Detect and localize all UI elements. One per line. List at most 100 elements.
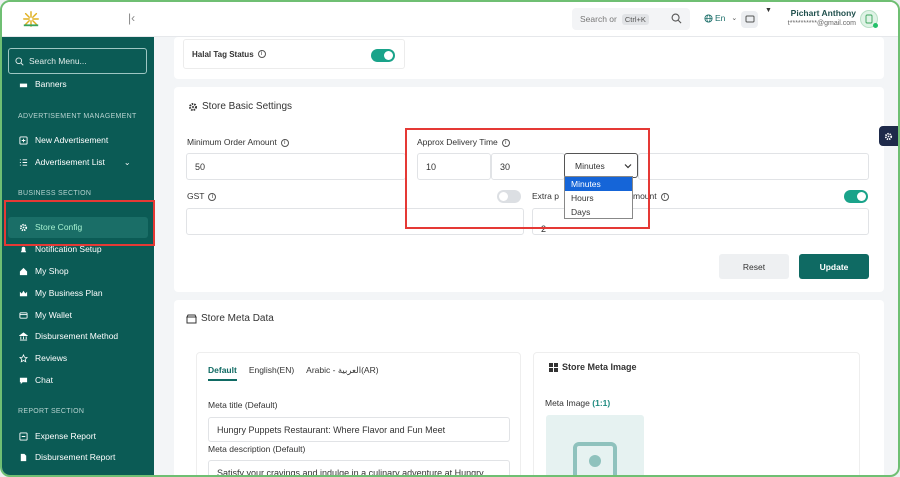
- settings-floating-button[interactable]: [879, 126, 898, 146]
- main-content: Halal Tag Status i Store Basic Settings …: [154, 37, 898, 475]
- logo-icon: [23, 11, 39, 27]
- sidebar-item-label: Chat: [35, 375, 53, 385]
- min-order-label-text: Minimum Order Amount: [187, 137, 277, 147]
- language-label: En: [715, 13, 726, 23]
- sidebar-item-label: My Wallet: [35, 310, 72, 320]
- global-search[interactable]: Search or Ctrl+K: [572, 8, 690, 30]
- message-icon: [745, 15, 754, 23]
- star-icon: [19, 353, 28, 363]
- store-meta-image-title: Store Meta Image: [549, 362, 637, 372]
- tab-english[interactable]: English(EN): [249, 365, 294, 381]
- sidebar-item-banners[interactable]: Banners: [19, 79, 67, 89]
- info-icon: i: [208, 192, 217, 201]
- globe-icon: [704, 13, 713, 23]
- meta-description-label: Meta description (Default): [208, 444, 306, 454]
- info-icon: i: [257, 50, 266, 58]
- min-order-input[interactable]: 50: [186, 153, 406, 180]
- store-meta-data-title: Store Meta Data: [186, 313, 274, 324]
- avatar[interactable]: [860, 10, 878, 28]
- chevron-down-icon: ⌄: [123, 157, 131, 167]
- update-button[interactable]: Update: [799, 254, 869, 279]
- gear-icon: [884, 132, 893, 140]
- search-icon: [15, 56, 24, 66]
- search-placeholder: Search or: [580, 14, 617, 24]
- section-title-ads: ADVERTISEMENT MANAGEMENT: [18, 113, 137, 120]
- gst-label: GST i: [187, 191, 217, 201]
- sidebar-search-placeholder: Search Menu...: [29, 56, 87, 66]
- highlight-box-delivery-time: [405, 128, 650, 229]
- sidebar-item-new-advertisement[interactable]: New Advertisement: [19, 135, 108, 145]
- user-menu-caret-icon[interactable]: ▼: [765, 7, 772, 14]
- section-title-report: REPORT SECTION: [18, 408, 85, 415]
- sidebar-item-my-shop[interactable]: My Shop: [19, 266, 69, 276]
- sidebar-item-label: New Advertisement: [35, 135, 109, 145]
- user-email: t**********@gmail.com: [787, 20, 856, 27]
- info-icon: i: [280, 138, 289, 147]
- document-icon: [20, 453, 27, 461]
- sidebar-search-input[interactable]: Search Menu...: [8, 48, 147, 74]
- search-icon: [671, 13, 682, 24]
- halal-tag-toggle[interactable]: [371, 49, 395, 62]
- sidebar-item-label: My Business Plan: [35, 288, 103, 298]
- tab-arabic[interactable]: Arabic - العربية(AR): [306, 365, 378, 381]
- image-placeholder-icon: [573, 442, 617, 475]
- home-icon: [19, 267, 28, 275]
- section-title-text: Store Meta Data: [201, 313, 274, 324]
- gear-icon: [189, 102, 197, 111]
- sidebar-item-label: Expense Report: [35, 431, 96, 441]
- wallet-icon: [19, 311, 28, 319]
- sidebar-item-label: Advertisement List: [35, 157, 105, 167]
- meta-description-textarea[interactable]: Satisfy your cravings and indulge in a c…: [208, 460, 510, 475]
- top-bar: |‹ Search or Ctrl+K En ⌄ ▼ Pichart Antho…: [2, 2, 898, 37]
- sidebar-item-label: Banners: [35, 79, 67, 89]
- chat-icon: [19, 377, 28, 384]
- section-title-text: Store Meta Image: [562, 362, 637, 372]
- online-status-dot: [873, 23, 878, 28]
- sidebar-item-my-business-plan[interactable]: My Business Plan: [19, 288, 103, 298]
- messages-button[interactable]: [741, 11, 758, 28]
- extra-packaging-toggle[interactable]: [844, 190, 868, 203]
- extra-field-top: [638, 153, 869, 180]
- sidebar-item-label: Disbursement Report: [35, 452, 116, 462]
- grid-icon: [549, 362, 558, 372]
- language-selector[interactable]: En ⌄: [704, 13, 737, 23]
- sidebar: Search Menu... Banners ADVERTISEMENT MAN…: [2, 37, 154, 475]
- meta-image-upload[interactable]: [546, 415, 644, 475]
- highlight-box-store-config: [4, 200, 155, 246]
- search-shortcut: Ctrl+K: [621, 13, 649, 25]
- banner-icon: [19, 83, 28, 87]
- tab-default[interactable]: Default: [208, 365, 237, 381]
- bank-icon: [19, 331, 28, 341]
- user-name: Pichart Anthony: [790, 8, 856, 18]
- store-icon: [186, 314, 197, 323]
- gst-label-text: GST: [187, 191, 205, 201]
- sidebar-item-disbursement-report[interactable]: Disbursement Report: [19, 452, 115, 462]
- collapse-sidebar-icon[interactable]: |‹: [128, 11, 135, 25]
- meta-image-label: Meta Image (1:1): [545, 398, 610, 408]
- sidebar-item-chat[interactable]: Chat: [19, 375, 53, 385]
- report-icon: [19, 431, 28, 441]
- meta-image-label-text: Meta Image: [545, 398, 590, 408]
- plus-square-icon: [19, 135, 28, 145]
- min-order-label: Minimum Order Amount i: [187, 137, 289, 147]
- halal-tag-label: Halal Tag Status: [192, 49, 254, 59]
- sidebar-item-disbursement-method[interactable]: Disbursement Method: [19, 331, 118, 341]
- sidebar-item-label: Disbursement Method: [35, 331, 119, 341]
- sidebar-item-label: Reviews: [35, 353, 68, 363]
- section-title-business: BUSINESS SECTION: [18, 190, 92, 197]
- meta-image-ratio: (1:1): [592, 398, 611, 408]
- chevron-down-icon: ⌄: [731, 15, 738, 22]
- meta-title-input[interactable]: Hungry Puppets Restaurant: Where Flavor …: [208, 417, 510, 442]
- sidebar-item-my-wallet[interactable]: My Wallet: [19, 310, 72, 320]
- sidebar-item-advertisement-list[interactable]: Advertisement List ⌄: [19, 157, 131, 167]
- sidebar-item-label: My Shop: [35, 266, 69, 276]
- meta-title-label: Meta title (Default): [208, 400, 278, 410]
- list-icon: [19, 158, 28, 166]
- store-basic-settings-title: Store Basic Settings: [188, 101, 292, 112]
- sidebar-item-reviews[interactable]: Reviews: [19, 353, 67, 363]
- reset-button[interactable]: Reset: [719, 254, 789, 279]
- language-tabs: Default English(EN) Arabic - العربية(AR): [208, 365, 379, 381]
- section-title-text: Store Basic Settings: [202, 101, 293, 112]
- sidebar-item-expense-report[interactable]: Expense Report: [19, 431, 96, 441]
- info-icon: i: [660, 192, 669, 201]
